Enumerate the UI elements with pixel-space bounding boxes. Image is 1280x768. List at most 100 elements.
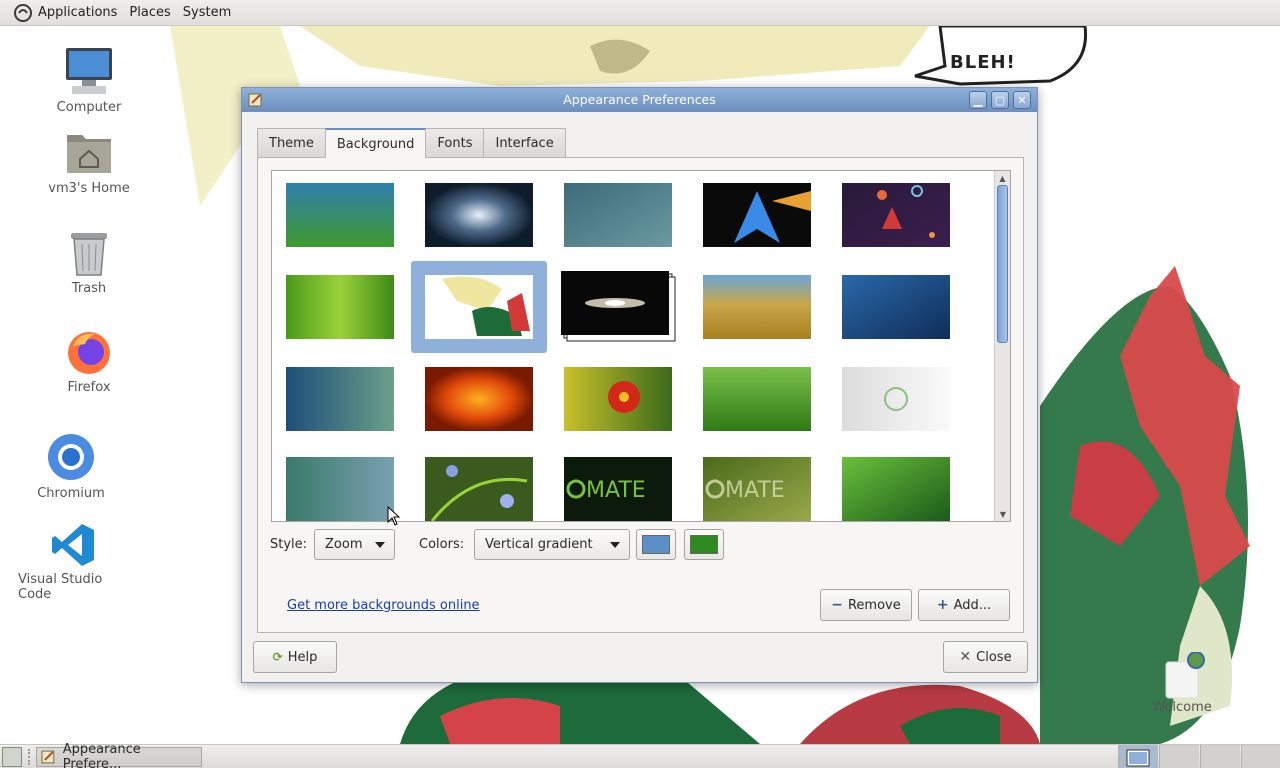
tab-bar: Theme Background Fonts Interface: [257, 128, 566, 158]
chromium-icon: [48, 434, 94, 480]
tab-fonts[interactable]: Fonts: [425, 128, 485, 157]
appearance-app-icon: [41, 750, 55, 764]
mate-thumb-text: MATE: [725, 478, 785, 503]
top-panel: Applications Places System: [0, 0, 1280, 26]
menu-label: System: [182, 5, 232, 20]
add-label: Add...: [953, 597, 992, 613]
desktop-icon-label: Trash: [71, 281, 107, 296]
colors-label: Colors:: [419, 537, 465, 552]
mouse-cursor-icon: [387, 506, 401, 526]
tab-background[interactable]: Background: [324, 128, 427, 158]
scroll-up-icon[interactable]: ▲: [995, 171, 1010, 185]
vscode-icon: [52, 524, 94, 566]
firefox-icon: [68, 332, 110, 374]
thumbnails-scrollbar[interactable]: ▲ ▼: [994, 171, 1010, 521]
wallpaper-thumb: [842, 367, 950, 431]
desktop-icon-computer[interactable]: Computer: [34, 46, 144, 115]
desktop-icon-welcome[interactable]: Welcome: [1150, 652, 1214, 715]
workspace-2[interactable]: [1159, 745, 1199, 768]
background-tab-page: MATE MATE ▲ ▼ Style: Zoom Colors: Vertic…: [257, 157, 1024, 633]
desktop-icon-label: Computer: [56, 100, 122, 115]
desktop-icon-chromium[interactable]: Chromium: [16, 432, 126, 501]
add-button[interactable]: + Add...: [918, 589, 1010, 621]
wallpaper-thumb: [842, 275, 950, 339]
wallpaper-thumb: [842, 457, 950, 521]
desktop-icon-home[interactable]: vm3's Home: [34, 129, 144, 196]
primary-color-swatch: [642, 535, 670, 554]
menu-applications[interactable]: Applications: [8, 0, 123, 26]
wallpaper-grid: MATE MATE ▲ ▼: [271, 170, 1011, 522]
trash-icon: [71, 233, 107, 276]
mate-logo-icon: [14, 3, 32, 22]
show-desktop-button[interactable]: [2, 747, 22, 767]
workspace-1[interactable]: [1118, 745, 1158, 768]
workspace-3[interactable]: [1200, 745, 1240, 768]
menu-label: Applications: [38, 5, 118, 20]
window-titlebar[interactable]: Appearance Preferences ▁ ▢ ✕: [242, 88, 1037, 112]
get-more-backgrounds-link[interactable]: Get more backgrounds online: [287, 598, 480, 613]
maximize-button[interactable]: ▢: [991, 91, 1009, 109]
mate-thumb-text: MATE: [586, 478, 646, 503]
workspace-window-icon: [1126, 749, 1150, 767]
minimize-icon: ▁: [973, 93, 983, 107]
wallpaper-thumb: [425, 183, 533, 247]
desktop-icon-label: vm3's Home: [48, 181, 130, 196]
maximize-icon: ▢: [994, 93, 1006, 107]
colors-value: Vertical gradient: [485, 537, 593, 552]
help-label: Help: [287, 649, 318, 665]
minimize-button[interactable]: ▁: [969, 91, 987, 109]
taskbar-appearance-preferences[interactable]: Appearance Prefere...: [36, 742, 202, 768]
home-folder-icon: [67, 135, 111, 173]
desktop-icon-firefox[interactable]: Firefox: [34, 328, 144, 395]
welcome-icon: [1165, 652, 1205, 699]
plus-icon: +: [936, 597, 949, 613]
close-button[interactable]: ✕ Close: [943, 641, 1028, 673]
style-label: Style:: [270, 537, 308, 552]
chevron-down-icon: [375, 542, 385, 548]
wallpaper-thumb: [286, 367, 394, 431]
wallpaper-thumb: [703, 367, 811, 431]
remove-button[interactable]: − Remove: [820, 589, 912, 621]
close-window-button[interactable]: ✕: [1013, 91, 1031, 109]
desktop-icon-label: Welcome: [1152, 700, 1212, 715]
style-dropdown[interactable]: Zoom: [314, 529, 395, 560]
desktop-icon-label: Firefox: [67, 380, 111, 395]
style-value: Zoom: [325, 537, 363, 552]
tab-interface[interactable]: Interface: [483, 128, 566, 157]
taskbar-label: Appearance Prefere...: [62, 742, 141, 768]
primary-color-button[interactable]: [636, 529, 676, 560]
menu-label: Places: [129, 5, 171, 20]
colors-dropdown[interactable]: Vertical gradient: [474, 529, 630, 560]
desktop-icon-trash[interactable]: Trash: [34, 229, 144, 296]
desktop-icon-label: Visual Studio Code: [18, 572, 103, 602]
secondary-color-button[interactable]: [684, 529, 724, 560]
chevron-down-icon: [610, 542, 620, 548]
wallpaper-thumbnails: MATE MATE: [286, 183, 950, 521]
help-button[interactable]: ⟳ Help: [253, 641, 337, 673]
wallpaper-thumb: [286, 183, 394, 247]
secondary-color-swatch: [690, 535, 718, 554]
scroll-down-icon[interactable]: ▼: [995, 507, 1010, 521]
close-icon: ✕: [959, 649, 972, 665]
workspace-4[interactable]: [1241, 745, 1280, 768]
close-icon: ✕: [1017, 93, 1027, 107]
panel-handle: [28, 749, 32, 765]
appearance-preferences-window: Appearance Preferences ▁ ▢ ✕ Theme Backg…: [241, 87, 1038, 683]
help-icon: ⟳: [272, 650, 283, 664]
desktop-icon-label: Chromium: [37, 486, 105, 501]
tab-theme[interactable]: Theme: [257, 128, 326, 157]
window-title: Appearance Preferences: [563, 92, 716, 107]
close-label: Close: [976, 649, 1012, 665]
wallpaper-thumb: [286, 457, 394, 521]
wallpaper-thumb: [286, 275, 394, 339]
computer-icon: [66, 48, 112, 94]
speech-bubble-text: BLEH!: [950, 52, 1016, 73]
scrollbar-thumb[interactable]: [997, 185, 1008, 343]
remove-label: Remove: [847, 597, 901, 613]
menu-system[interactable]: System: [177, 0, 237, 26]
wallpaper-thumb: [425, 367, 533, 431]
minus-icon: −: [831, 597, 843, 613]
menu-places[interactable]: Places: [123, 0, 176, 26]
desktop-icon-vscode[interactable]: Visual Studio Code: [18, 522, 128, 602]
wallpaper-thumb: [703, 275, 811, 339]
